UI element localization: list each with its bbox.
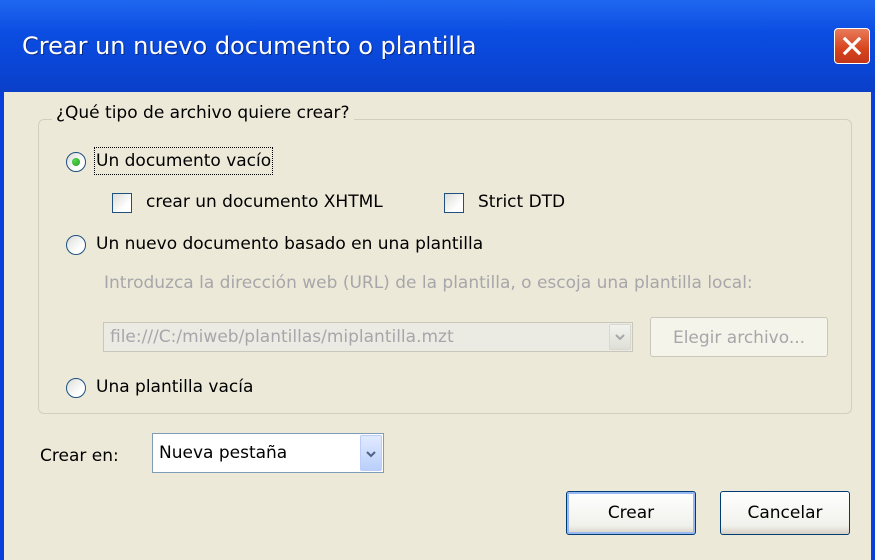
choose-file-button-label: Elegir archivo... (672, 328, 806, 348)
chevron-down-icon (615, 334, 625, 341)
xhtml-checkbox-label[interactable]: crear un documento XHTML (146, 190, 383, 214)
template-url-value: file:///C:/miweb/plantillas/miplantilla.… (110, 327, 454, 347)
create-in-value: Nueva pestaña (159, 443, 288, 463)
xhtml-checkbox[interactable] (112, 193, 132, 213)
radio-template-document-label[interactable]: Un nuevo documento basado en una plantil… (96, 232, 483, 256)
template-hint-text: Introduzca la dirección web (URL) de la … (104, 273, 753, 293)
close-button[interactable] (834, 28, 870, 64)
chevron-down-icon (366, 451, 376, 458)
strict-dtd-checkbox[interactable] (444, 193, 464, 213)
template-url-dropdown-button[interactable] (609, 324, 631, 350)
create-button[interactable]: Crear (566, 491, 696, 535)
dialog-title: Crear un nuevo documento o plantilla (22, 32, 477, 60)
create-in-dropdown-button[interactable] (360, 435, 382, 471)
cancel-button-label: Cancelar (747, 503, 823, 523)
radio-empty-document-label[interactable]: Un documento vacío (93, 147, 274, 175)
choose-file-button[interactable]: Elegir archivo... (650, 317, 828, 357)
radio-empty-template[interactable] (66, 378, 86, 398)
radio-template-document[interactable] (66, 235, 86, 255)
file-type-legend: ¿Qué tipo de archivo quiere crear? (52, 101, 354, 125)
create-in-label: Crear en: (40, 446, 119, 466)
radio-empty-template-label[interactable]: Una plantilla vacía (96, 375, 253, 399)
cancel-button[interactable]: Cancelar (720, 491, 850, 535)
radio-selected-dot (72, 158, 80, 166)
create-in-select[interactable]: Nueva pestaña (152, 433, 384, 473)
template-url-combo[interactable]: file:///C:/miweb/plantillas/miplantilla.… (103, 322, 633, 352)
radio-empty-document[interactable] (66, 152, 86, 172)
create-button-label: Crear (607, 503, 655, 523)
strict-dtd-checkbox-label[interactable]: Strict DTD (478, 190, 565, 214)
title-bar[interactable]: Crear un nuevo documento o plantilla (0, 0, 875, 92)
